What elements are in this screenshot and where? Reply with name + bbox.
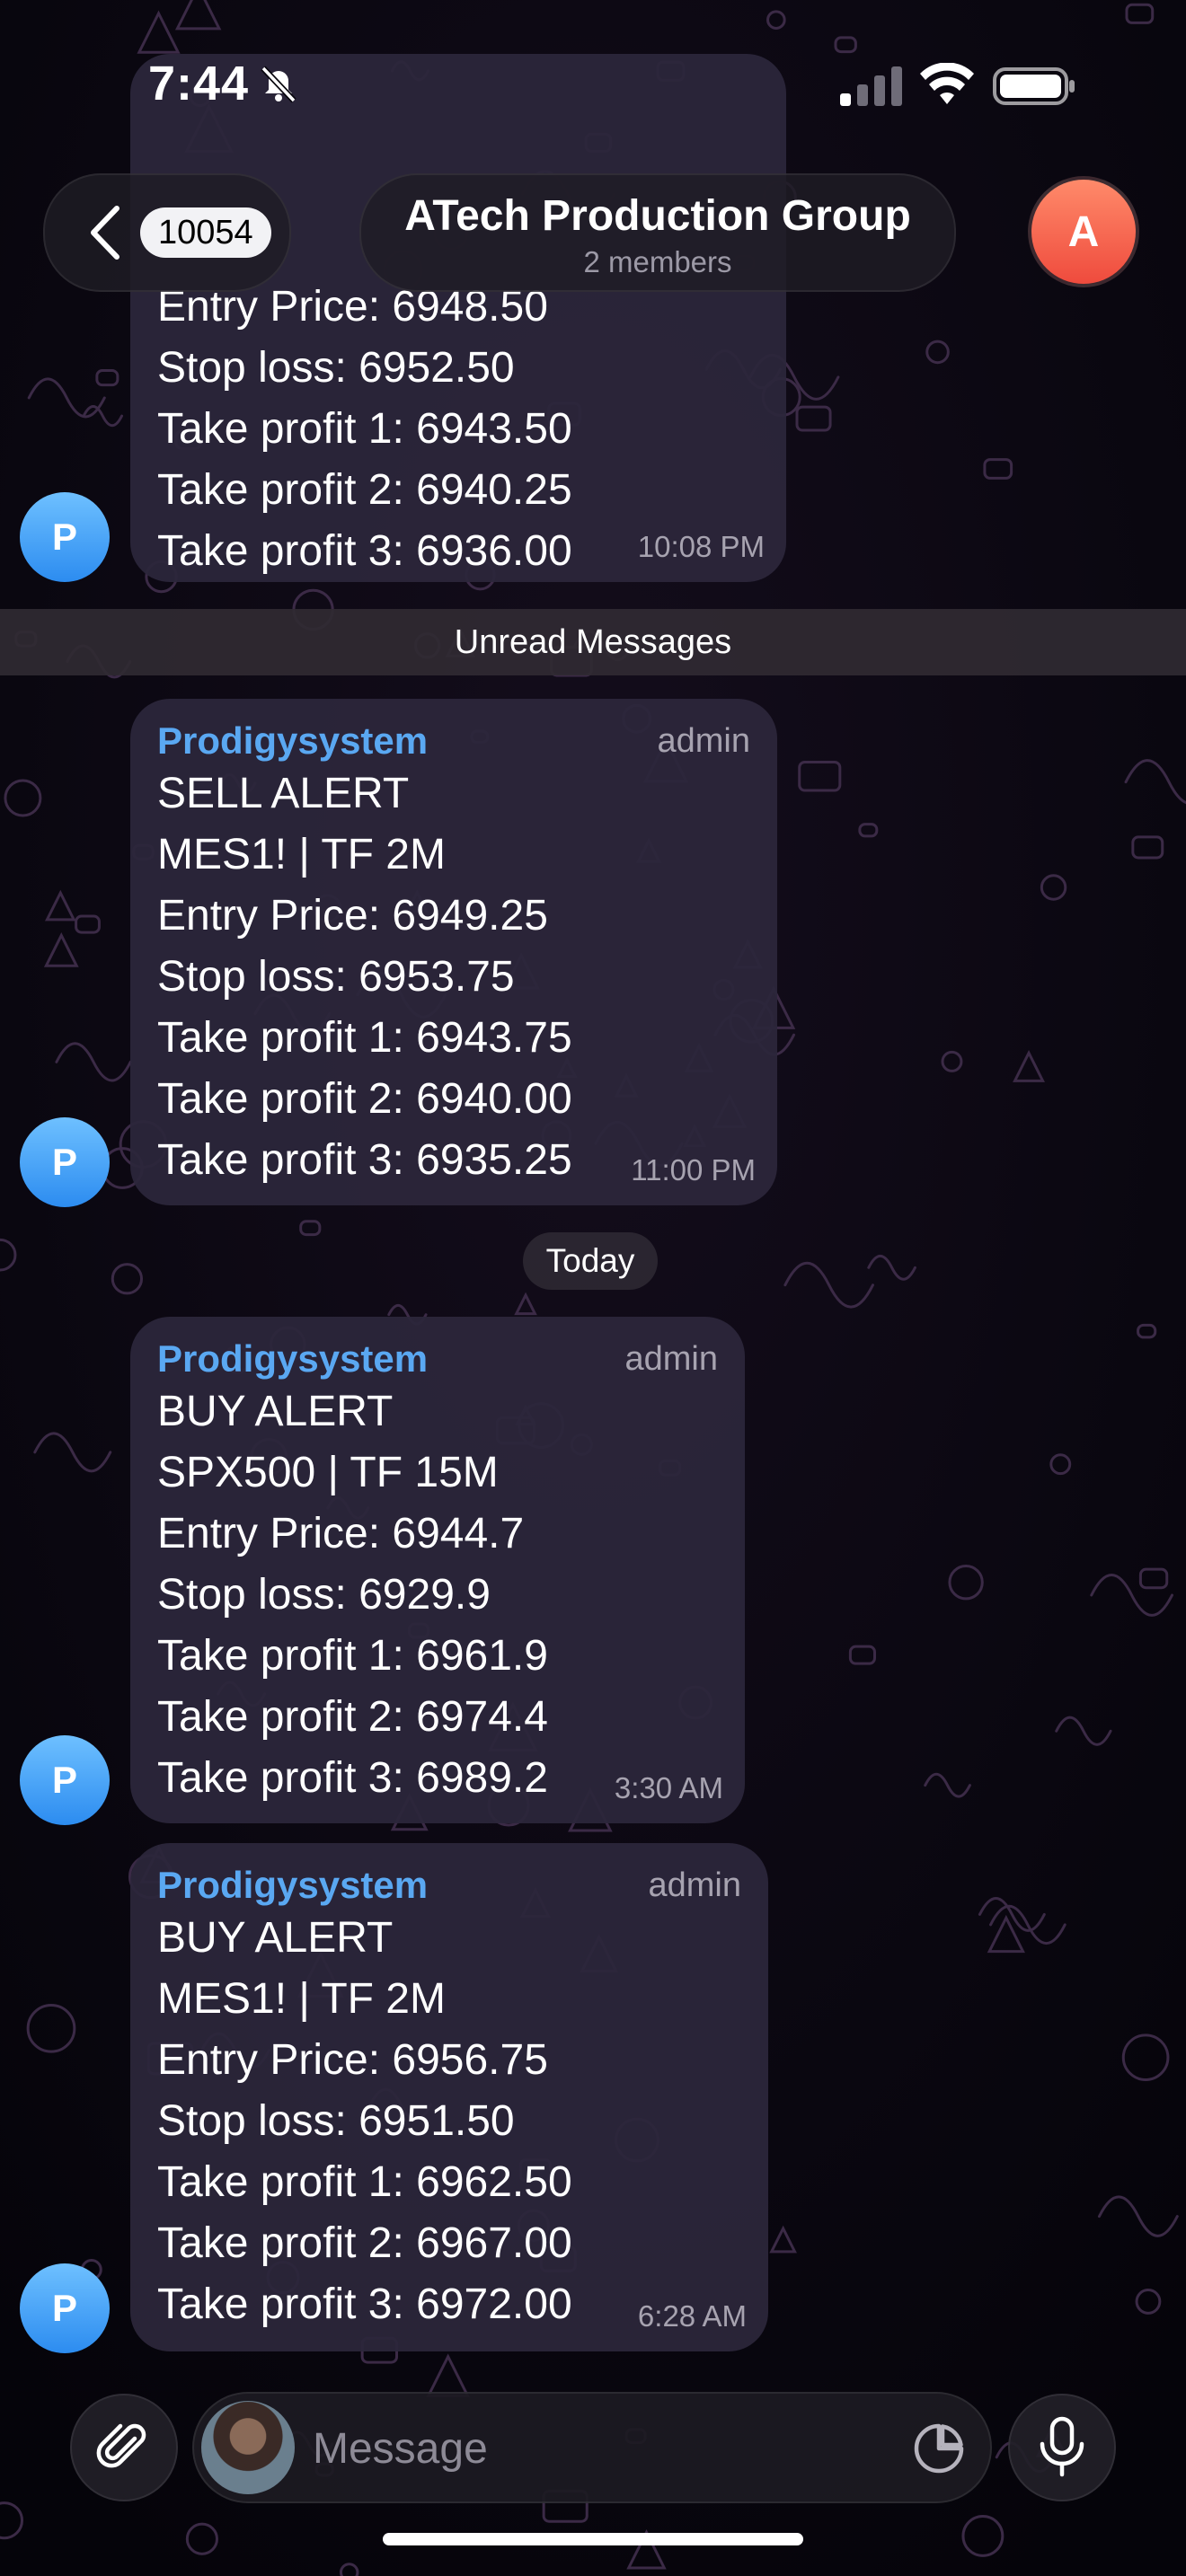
message-line: Take profit 1: 6962.50 [157,2158,572,2206]
message-time: 11:00 PM [631,1153,756,1187]
signal-icon [840,66,902,106]
message-line: Take profit 2: 6967.00 [157,2219,572,2267]
sender-role-badge: admin [624,1340,719,1378]
user-avatar [201,2401,295,2494]
message-bubble[interactable]: Prodigysystem admin BUY ALERT MES1! | TF… [130,1843,768,2351]
message-line: Take profit 1: 6943.50 [157,405,572,453]
group-avatar[interactable]: A [1028,176,1139,287]
paperclip-icon [96,2423,146,2468]
group-members-count: 2 members [583,245,732,278]
message-line: MES1! | TF 2M [157,831,446,878]
chevron-left-icon [91,206,119,260]
message-bubble[interactable]: Entry Price: 6948.50 Stop loss: 6952.50 … [130,54,786,582]
sticker-icon[interactable] [913,2422,965,2475]
sender-role-badge: admin [657,722,751,760]
sender-avatar[interactable]: P [20,1735,110,1825]
message-line: SPX500 | TF 15M [157,1449,499,1496]
message-line: Entry Price: 6956.75 [157,2036,548,2084]
message-time: 10:08 PM [637,530,765,563]
back-button[interactable]: 10054 [43,173,291,292]
message-line: MES1! | TF 2M [157,1975,446,2023]
group-name: ATech Production Group [404,192,911,240]
unread-count-badge: 10054 [140,207,271,258]
status-time: 7:44 [148,57,250,110]
message-line: BUY ALERT [157,1914,394,1962]
battery-icon [993,67,1075,105]
wifi-icon [920,63,974,104]
message-body: Entry Price: 6948.50 Stop loss: 6952.50 … [157,277,572,582]
message-line: Stop loss: 6953.75 [157,953,515,1001]
message-line: Stop loss: 6951.50 [157,2097,515,2145]
message-line: Stop loss: 6929.9 [157,1571,491,1619]
message-line: Take profit 1: 6961.9 [157,1632,548,1680]
message-line: Entry Price: 6949.25 [157,892,548,940]
message-time: 3:30 AM [614,1771,723,1804]
message-composer[interactable] [192,2392,992,2503]
unread-messages-divider: Unread Messages [0,609,1186,675]
chat-title-button[interactable]: ATech Production Group 2 members [359,173,956,292]
sender-avatar[interactable]: P [20,492,110,582]
sender-avatar[interactable]: P [20,2263,110,2353]
sender-avatar[interactable]: P [20,1117,110,1207]
microphone-icon [1040,2416,1084,2477]
message-bubble[interactable]: Prodigysystem admin BUY ALERT SPX500 | T… [130,1317,745,1823]
message-line: Take profit 2: 6940.00 [157,1075,572,1123]
message-bubble[interactable]: Prodigysystem admin SELL ALERT MES1! | T… [130,699,777,1205]
message-line: Take profit 3: 6936.00 [157,527,572,575]
message-line: Take profit 2: 6940.25 [157,466,572,514]
voice-message-button[interactable] [1008,2394,1116,2501]
message-line: Entry Price: 6944.7 [157,1510,525,1557]
message-line: Stop loss: 6952.50 [157,344,515,392]
message-line: BUY ALERT [157,1388,394,1435]
home-indicator[interactable] [383,2533,803,2545]
message-line: SELL ALERT [157,770,410,817]
message-time: 6:28 AM [637,2299,747,2333]
bell-slash-icon [261,66,296,103]
sender-role-badge: admin [648,1866,742,1904]
message-line: Take profit 2: 6974.4 [157,1693,548,1741]
message-input[interactable] [311,2394,854,2503]
attach-button[interactable] [70,2394,178,2501]
date-separator-today: Today [523,1232,658,1290]
message-line: Take profit 1: 6943.75 [157,1014,572,1062]
